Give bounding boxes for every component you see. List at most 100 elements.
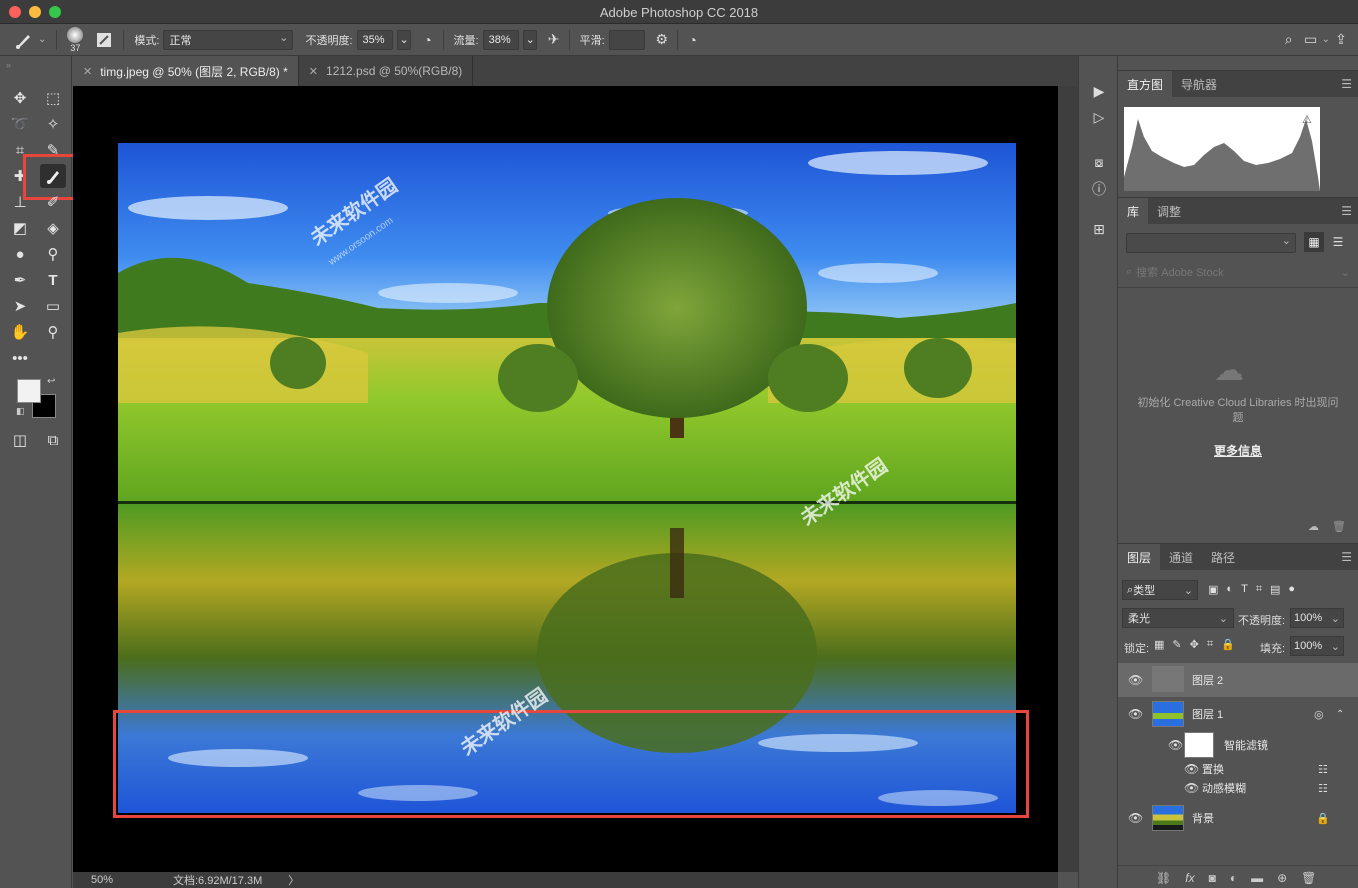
quick-mask-button[interactable]: ◫: [7, 428, 33, 452]
close-icon[interactable]: ✕: [309, 65, 318, 78]
close-icon[interactable]: ✕: [83, 65, 92, 78]
brush-settings-toggle[interactable]: [89, 31, 119, 49]
edit-toolbar-button[interactable]: •••: [7, 346, 33, 370]
hand-tool[interactable]: ✋: [7, 320, 33, 344]
foreground-color-swatch[interactable]: [17, 379, 41, 403]
blur-tool[interactable]: ●: [7, 242, 33, 266]
default-colors-icon[interactable]: ◧: [16, 406, 25, 417]
screen-mode-button[interactable]: ⧉: [40, 428, 66, 452]
lock-position-icon[interactable]: ✥: [1190, 638, 1199, 651]
workspace-button[interactable]: ▭: [1300, 29, 1322, 51]
tab-layers[interactable]: 图层: [1118, 544, 1161, 570]
mode-select[interactable]: 正常: [163, 29, 294, 50]
smart-filters-row[interactable]: 👁 智能滤镜: [1118, 730, 1358, 760]
type-tool[interactable]: T: [40, 268, 66, 292]
dodge-tool[interactable]: ⚲: [40, 242, 66, 266]
filter-options-icon[interactable]: ☷: [1318, 763, 1328, 776]
properties-panel-button[interactable]: ⧇: [1087, 151, 1111, 173]
eye-icon[interactable]: 👁: [1184, 781, 1199, 795]
tab-histogram[interactable]: 直方图: [1118, 71, 1173, 97]
lock-artboard-icon[interactable]: ⌗: [1207, 638, 1213, 651]
clone-stamp-tool[interactable]: ⊥: [7, 190, 33, 214]
tab-library[interactable]: 库: [1118, 198, 1149, 224]
eye-icon[interactable]: 👁: [1128, 811, 1143, 825]
chevron-up-icon[interactable]: ⌃: [1336, 709, 1344, 720]
lock-all-icon[interactable]: 🔒: [1221, 638, 1235, 651]
add-mask-icon[interactable]: ◙: [1209, 871, 1216, 885]
share-button[interactable]: ⇪: [1330, 29, 1352, 51]
pressure-size-button[interactable]: ◔: [682, 29, 704, 51]
path-selection-tool[interactable]: ➤: [7, 294, 33, 318]
opacity-input[interactable]: 35%: [356, 29, 393, 50]
layer-row-background[interactable]: 👁 背景 🔒: [1118, 801, 1358, 835]
history-brush-tool[interactable]: ✐: [40, 190, 66, 214]
pixel-layer-filter-icon[interactable]: ▣: [1208, 583, 1218, 596]
type-filter-icon[interactable]: T: [1241, 583, 1248, 596]
smoothing-settings-button[interactable]: ⚙: [651, 29, 673, 51]
vertical-scrollbar[interactable]: [1058, 86, 1078, 872]
actions-panel-button[interactable]: ▷: [1087, 106, 1111, 128]
panel-menu-icon[interactable]: ☰: [1341, 550, 1352, 564]
tab-1212[interactable]: ✕ 1212.psd @ 50%(RGB/8): [299, 56, 474, 86]
opacity-dropdown[interactable]: ⌄: [396, 29, 411, 50]
trash-icon[interactable]: 🗑: [1332, 520, 1346, 533]
more-info-link[interactable]: 更多信息: [1118, 442, 1358, 459]
zoom-level[interactable]: 50%: [91, 874, 161, 886]
new-layer-icon[interactable]: ⊕: [1277, 871, 1287, 885]
airbrush-button[interactable]: ✈: [543, 29, 565, 51]
eraser-tool[interactable]: ◩: [7, 216, 33, 240]
adjustment-filter-icon[interactable]: ◐: [1226, 583, 1233, 596]
filter-row-motion-blur[interactable]: 👁 动感模糊 ☷: [1118, 779, 1358, 797]
pressure-opacity-button[interactable]: ◔: [417, 29, 439, 51]
group-folder-icon[interactable]: ▬: [1251, 871, 1263, 885]
layer-opacity-input[interactable]: 100% ⌄: [1290, 608, 1344, 628]
panel-menu-icon[interactable]: ☰: [1341, 204, 1352, 218]
lasso-tool[interactable]: ➰: [7, 112, 33, 136]
play-action-button[interactable]: ▶: [1087, 80, 1111, 102]
layer-row-layer2[interactable]: 👁 图层 2: [1118, 663, 1358, 697]
eye-icon[interactable]: 👁: [1184, 762, 1199, 776]
layer-row-layer1[interactable]: 👁 图层 1 ◎ ⌃: [1118, 698, 1358, 730]
paint-bucket-tool[interactable]: ◈: [40, 216, 66, 240]
blend-mode-select[interactable]: 柔光 ⌄: [1122, 608, 1234, 628]
fx-icon[interactable]: fx: [1185, 871, 1194, 885]
zoom-tool[interactable]: ⚲: [40, 320, 66, 344]
filter-options-icon[interactable]: ☷: [1318, 782, 1328, 795]
collapse-icon[interactable]: »: [6, 60, 11, 70]
tab-navigator[interactable]: 导航器: [1172, 71, 1226, 97]
grid-view-button[interactable]: ▦: [1304, 232, 1324, 252]
status-menu-arrow[interactable]: 〉: [288, 872, 299, 888]
eye-icon[interactable]: 👁: [1168, 738, 1183, 752]
tab-paths[interactable]: 路径: [1202, 544, 1244, 570]
panel-menu-icon[interactable]: ☰: [1341, 77, 1352, 91]
filter-toggle-icon[interactable]: ●: [1288, 583, 1295, 596]
stock-search[interactable]: ⌕ 搜索 Adobe Stock ⌄: [1126, 262, 1350, 282]
layer-comps-button[interactable]: ⊞: [1087, 218, 1111, 240]
magic-wand-tool[interactable]: ✧: [40, 112, 66, 136]
tab-adjustments[interactable]: 调整: [1148, 198, 1190, 224]
search-button[interactable]: ⌕: [1278, 29, 1300, 51]
swap-colors-icon[interactable]: ↩: [47, 376, 55, 387]
cloud-sync-icon[interactable]: ☁: [1308, 520, 1319, 533]
library-select[interactable]: [1126, 233, 1296, 253]
lock-transparent-icon[interactable]: ▦: [1154, 638, 1164, 651]
canvas-area[interactable]: 未来软件园 未来软件园 未来软件园 www.orsoon.com: [73, 86, 1058, 872]
shape-filter-icon[interactable]: ⌗: [1256, 583, 1262, 596]
brush-size-picker[interactable]: 37: [61, 26, 89, 53]
layer-filter-select[interactable]: ⌕ 类型 ⌄: [1122, 580, 1198, 600]
tab-channels[interactable]: 通道: [1160, 544, 1202, 570]
eye-icon[interactable]: 👁: [1128, 707, 1143, 721]
smart-object-filter-icon[interactable]: ▤: [1270, 583, 1280, 596]
link-layers-icon[interactable]: ⛓: [1156, 871, 1171, 885]
eye-icon[interactable]: 👁: [1128, 673, 1143, 687]
smoothing-input[interactable]: [608, 29, 645, 50]
trash-icon[interactable]: 🗑: [1301, 871, 1316, 885]
pen-tool[interactable]: ✒: [7, 268, 33, 292]
warning-icon[interactable]: ⚠: [1302, 113, 1312, 126]
tool-preset-picker[interactable]: ⌄: [0, 30, 52, 50]
filter-row-displace[interactable]: 👁 置换 ☷: [1118, 760, 1358, 778]
rectangle-tool[interactable]: ▭: [40, 294, 66, 318]
flow-input[interactable]: 38%: [482, 29, 519, 50]
move-tool[interactable]: ✥: [7, 86, 33, 110]
info-panel-button[interactable]: ⓘ: [1087, 178, 1111, 200]
